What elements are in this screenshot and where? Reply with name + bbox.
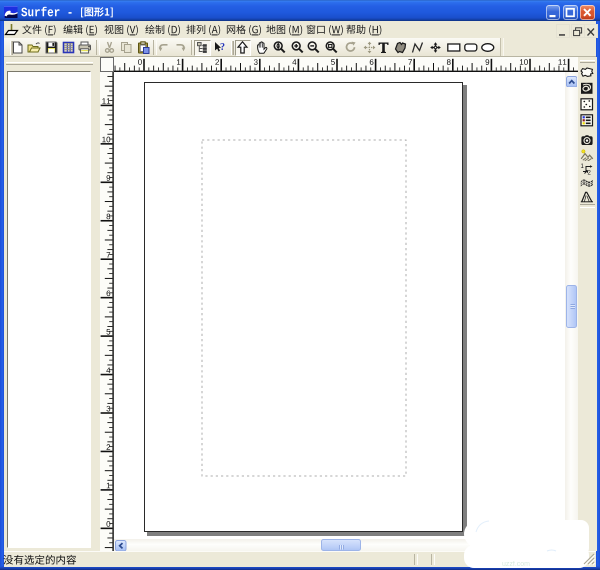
svg-text:1: 1 xyxy=(581,164,585,170)
svg-text:2: 2 xyxy=(588,171,592,176)
svg-text:uzzf.com: uzzf.com xyxy=(502,561,530,568)
svg-text:?: ? xyxy=(220,42,225,53)
